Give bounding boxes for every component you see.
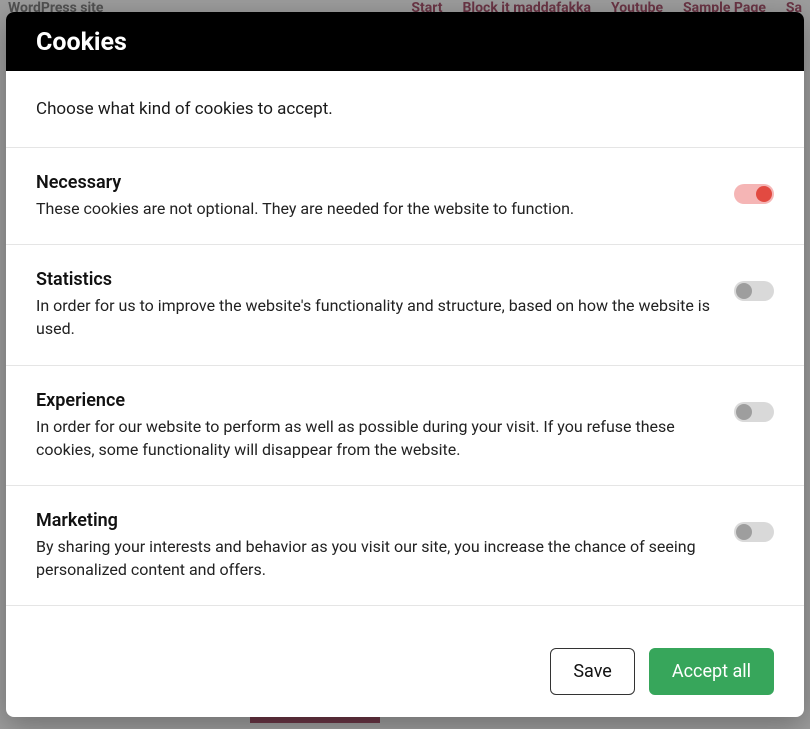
category-desc: In order for our website to perform as w…	[36, 415, 718, 461]
toggle-knob	[736, 524, 752, 540]
toggle-knob	[756, 186, 772, 202]
cookie-modal: Cookies Choose what kind of cookies to a…	[6, 12, 804, 717]
modal-header: Cookies	[6, 12, 804, 71]
toggle-knob	[736, 283, 752, 299]
toggle-marketing[interactable]	[734, 522, 774, 542]
category-text: Experience In order for our website to p…	[36, 390, 718, 461]
category-desc: In order for us to improve the website's…	[36, 294, 718, 340]
category-title: Experience	[36, 390, 718, 411]
modal-intro: Choose what kind of cookies to accept.	[6, 71, 804, 148]
category-text: Necessary These cookies are not optional…	[36, 172, 718, 220]
category-necessary: Necessary These cookies are not optional…	[6, 148, 804, 245]
accept-all-button[interactable]: Accept all	[649, 648, 774, 695]
category-title: Statistics	[36, 269, 718, 290]
category-text: Statistics In order for us to improve th…	[36, 269, 718, 340]
save-button[interactable]: Save	[550, 648, 635, 695]
toggle-knob	[736, 404, 752, 420]
category-text: Marketing By sharing your interests and …	[36, 510, 718, 581]
toggle-experience[interactable]	[734, 402, 774, 422]
category-title: Necessary	[36, 172, 718, 193]
category-desc: These cookies are not optional. They are…	[36, 197, 718, 220]
toggle-necessary	[734, 184, 774, 204]
category-experience: Experience In order for our website to p…	[6, 366, 804, 486]
category-desc: By sharing your interests and behavior a…	[36, 535, 718, 581]
category-title: Marketing	[36, 510, 718, 531]
modal-title: Cookies	[36, 28, 774, 57]
modal-footer: Save Accept all	[6, 626, 804, 717]
category-statistics: Statistics In order for us to improve th…	[6, 245, 804, 365]
category-marketing: Marketing By sharing your interests and …	[6, 486, 804, 606]
toggle-statistics[interactable]	[734, 281, 774, 301]
